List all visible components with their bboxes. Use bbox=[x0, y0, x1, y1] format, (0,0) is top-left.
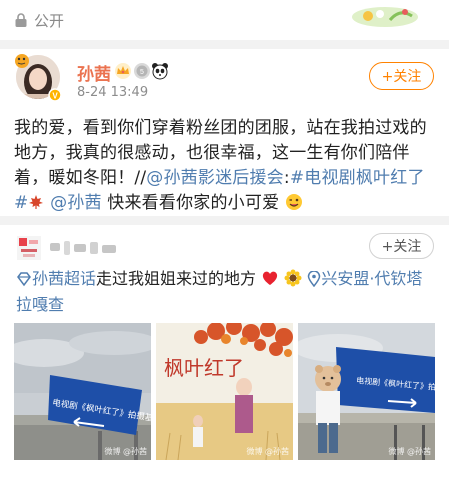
top-bar: 公开 bbox=[0, 0, 449, 40]
follow-button[interactable]: +关注 bbox=[369, 62, 434, 90]
repost-follow-button[interactable]: +关注 bbox=[369, 233, 434, 259]
avatar[interactable]: V bbox=[13, 52, 63, 102]
mention-self-link[interactable]: @孙茜 bbox=[50, 193, 102, 213]
next-item-edge bbox=[0, 470, 449, 480]
crown-icon bbox=[115, 63, 131, 79]
photo-1[interactable]: 电视剧《枫叶红了》拍摄基地 微博 @孙茜 bbox=[14, 323, 151, 460]
section-divider bbox=[0, 40, 449, 49]
repost-text: 走过我姐姐来过的地方 bbox=[96, 269, 257, 288]
decoration-badge-icon bbox=[352, 7, 418, 27]
section-divider bbox=[0, 216, 449, 225]
post-body: 我的爱，看到你们穿着粉丝团的团服，站在我拍过戏的地方，我真的很感动，也很幸福，这… bbox=[14, 116, 434, 216]
photo-watermark: 微博 @孙茜 bbox=[104, 447, 147, 456]
poster-title: 枫叶红了 bbox=[164, 356, 244, 380]
photo-3[interactable]: 电视剧《枫叶红了》拍摄基地 微博 @孙茜 bbox=[298, 323, 435, 460]
mention-fanclub-link[interactable]: @孙茜影迷后援会 bbox=[146, 168, 284, 188]
post-timestamp: 8-24 13:49 bbox=[77, 85, 149, 100]
member-badge-icon: 5 bbox=[134, 63, 150, 79]
repost-body: 孙茜超话走过我姐姐来过的地方 兴安盟·代钦塔拉嘎查 bbox=[16, 266, 436, 318]
maple-leaf-icon bbox=[29, 195, 44, 209]
repost-author-name-blurred[interactable] bbox=[50, 241, 128, 255]
svg-text:V: V bbox=[52, 92, 58, 101]
post-text-tail: 快来看看你家的小可爱 bbox=[101, 193, 280, 213]
supertopic-link[interactable]: 孙茜超话 bbox=[32, 269, 96, 288]
sunflower-icon bbox=[284, 269, 302, 287]
location-pin-icon bbox=[308, 271, 321, 287]
wink-face-icon bbox=[285, 194, 302, 210]
repost-separator: // bbox=[134, 168, 147, 188]
supertopic-diamond-icon bbox=[17, 272, 31, 287]
photo-watermark: 微博 @孙茜 bbox=[246, 447, 289, 456]
photo-2[interactable]: 枫叶红了 微博 @孙茜 bbox=[156, 323, 293, 460]
panda-icon bbox=[152, 63, 168, 80]
visibility-label[interactable]: 公开 bbox=[34, 10, 64, 31]
heart-icon bbox=[263, 271, 278, 285]
svg-text:5: 5 bbox=[140, 69, 144, 76]
author-name[interactable]: 孙茜 bbox=[77, 60, 111, 85]
repost-avatar[interactable] bbox=[17, 236, 41, 260]
lock-icon bbox=[15, 13, 27, 27]
photo-watermark: 微博 @孙茜 bbox=[388, 447, 431, 456]
